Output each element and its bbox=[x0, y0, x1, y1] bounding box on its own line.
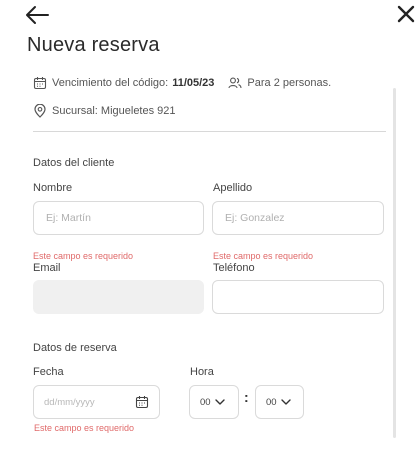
calendar-icon[interactable] bbox=[135, 395, 149, 409]
hour-select[interactable]: 00 bbox=[189, 385, 239, 419]
location-pin-icon bbox=[33, 104, 47, 118]
nombre-label: Nombre bbox=[33, 182, 73, 194]
telefono-input[interactable] bbox=[212, 280, 384, 314]
hora-label: Hora bbox=[190, 366, 214, 378]
arrow-left-icon bbox=[26, 6, 49, 24]
fecha-placeholder: dd/mm/yyyy bbox=[44, 396, 95, 408]
apellido-label: Apellido bbox=[213, 182, 253, 194]
apellido-placeholder: Ej: Gonzalez bbox=[225, 212, 285, 224]
calendar-icon bbox=[33, 76, 47, 90]
chevron-down-icon bbox=[280, 399, 291, 405]
nombre-error: Este campo es requerido bbox=[33, 251, 134, 261]
hour-value: 00 bbox=[200, 396, 211, 408]
reservation-section-title: Datos de reserva bbox=[33, 342, 117, 354]
minute-select[interactable]: 00 bbox=[255, 385, 304, 419]
email-input[interactable] bbox=[33, 280, 204, 314]
close-icon bbox=[397, 5, 415, 23]
nombre-input[interactable]: Ej: Martín bbox=[33, 201, 204, 235]
scrollbar[interactable] bbox=[393, 88, 396, 438]
telefono-label: Teléfono bbox=[213, 262, 255, 274]
fecha-error: Este campo es requerido bbox=[34, 423, 135, 433]
apellido-input[interactable]: Ej: Gonzalez bbox=[212, 201, 384, 235]
minute-value: 00 bbox=[266, 396, 277, 408]
apellido-error: Este campo es requerido bbox=[213, 251, 314, 261]
email-label: Email bbox=[33, 262, 61, 274]
close-button[interactable] bbox=[394, 2, 418, 26]
client-section-title: Datos del cliente bbox=[33, 157, 115, 169]
branch-text: Sucursal: Migueletes 921 bbox=[52, 105, 176, 117]
page-title: Nueva reserva bbox=[27, 34, 160, 56]
reservation-info-row: Vencimiento del código: 11/05/23 Para 2 … bbox=[33, 76, 331, 90]
back-button[interactable] bbox=[24, 4, 50, 26]
chevron-down-icon bbox=[214, 399, 225, 405]
persons-text: Para 2 personas. bbox=[247, 77, 332, 89]
expiry-date: 11/05/23 bbox=[172, 77, 215, 89]
users-icon bbox=[228, 76, 242, 90]
nombre-placeholder: Ej: Martín bbox=[46, 212, 91, 224]
time-separator: : bbox=[244, 389, 249, 405]
persons-info: Para 2 personas. bbox=[228, 76, 331, 90]
branch-info-row: Sucursal: Migueletes 921 bbox=[33, 104, 176, 118]
expiry-label: Vencimiento del código: bbox=[52, 77, 169, 89]
divider bbox=[33, 131, 386, 132]
fecha-label: Fecha bbox=[33, 366, 64, 378]
fecha-input[interactable]: dd/mm/yyyy bbox=[33, 385, 160, 419]
